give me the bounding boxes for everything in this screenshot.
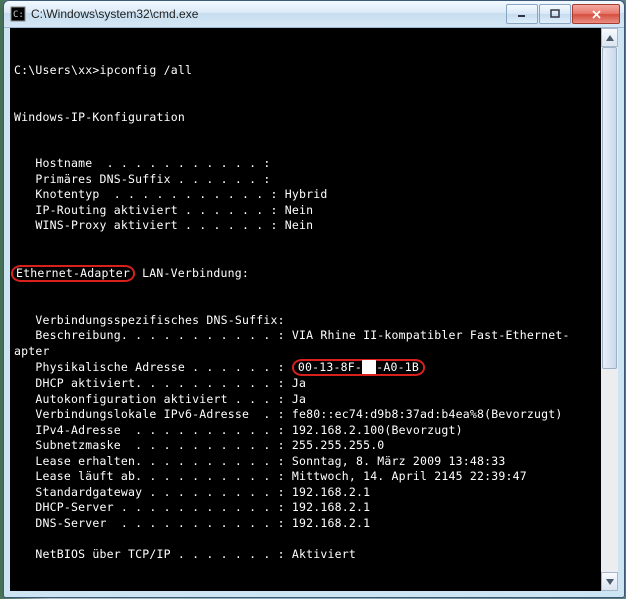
redacted-mac-part: XX bbox=[362, 360, 376, 374]
scroll-thumb[interactable] bbox=[602, 47, 617, 369]
eth-ipv6ll: Verbindungslokale IPv6-Adresse . : fe80:… bbox=[14, 407, 563, 421]
eth-blank-line bbox=[14, 531, 21, 545]
titlebar[interactable]: C: C:\Windows\system32\cmd.exe bbox=[4, 1, 624, 28]
eth-lease-obtained: Lease erhalten. . . . . . . . . . : Sonn… bbox=[14, 454, 506, 468]
vertical-scrollbar bbox=[601, 28, 618, 591]
cmd-icon: C: bbox=[10, 6, 26, 22]
host-iprouting: IP-Routing aktiviert . . . . . . : Nein bbox=[14, 203, 313, 217]
ipconfig-header: Windows-IP-Konfiguration bbox=[14, 110, 185, 124]
highlight-ethernet-adapter: Ethernet-Adapter bbox=[11, 265, 135, 282]
scroll-track[interactable] bbox=[601, 47, 618, 572]
host-nodetype: Knotentyp . . . . . . . . . . . : Hybrid bbox=[14, 187, 327, 201]
eth-description: Beschreibung. . . . . . . . . . . : VIA … bbox=[14, 328, 570, 342]
host-dns-suffix: Primäres DNS-Suffix . . . . . . : bbox=[14, 172, 278, 186]
eth-ipv4: IPv4-Adresse . . . . . . . . . . : 192.1… bbox=[14, 423, 463, 437]
cmd-window: C: C:\Windows\system32\cmd.exe C:\Users\… bbox=[3, 0, 625, 598]
eth-dns-suffix: Verbindungsspezifisches DNS-Suffix: bbox=[14, 313, 292, 327]
close-button[interactable] bbox=[572, 4, 620, 24]
window-title: C:\Windows\system32\cmd.exe bbox=[31, 7, 505, 21]
eth-heading: Ethernet-Adapter LAN-Verbindung: bbox=[14, 266, 249, 280]
eth-autoconf: Autokonfiguration aktiviert . . . : Ja bbox=[14, 392, 306, 406]
eth-dns-server: DNS-Server . . . . . . . . . . . : 192.1… bbox=[14, 516, 370, 530]
prompt-line: C:\Users\xx>ipconfig /all bbox=[14, 63, 192, 77]
eth-netbios: NetBIOS über TCP/IP . . . . . . . : Akti… bbox=[14, 547, 356, 561]
terminal-output[interactable]: C:\Users\xx>ipconfig /all Windows-IP-Kon… bbox=[10, 28, 608, 591]
window-buttons bbox=[505, 4, 620, 24]
scroll-down-button[interactable] bbox=[601, 572, 618, 591]
highlight-mac-address: 00-13-8F-XX-A0-1B bbox=[292, 359, 425, 376]
scroll-up-button[interactable] bbox=[601, 28, 618, 47]
minimize-button[interactable] bbox=[506, 4, 538, 24]
host-winsproxy: WINS-Proxy aktiviert . . . . . . : Nein bbox=[14, 218, 313, 232]
eth-lease-expires: Lease läuft ab. . . . . . . . . . : Mitt… bbox=[14, 469, 527, 483]
svg-text:C:: C: bbox=[13, 10, 24, 20]
eth-physical-address: Physikalische Adresse . . . . . . : 00-1… bbox=[14, 360, 425, 374]
eth-description-wrap: apter bbox=[14, 344, 50, 358]
eth-dhcp: DHCP aktiviert. . . . . . . . . . : Ja bbox=[14, 376, 306, 390]
terminal-client: C:\Users\xx>ipconfig /all Windows-IP-Kon… bbox=[10, 28, 618, 591]
eth-dhcp-server: DHCP-Server . . . . . . . . . . . : 192.… bbox=[14, 500, 370, 514]
eth-gateway: Standardgateway . . . . . . . . . : 192.… bbox=[14, 485, 370, 499]
maximize-button[interactable] bbox=[539, 4, 571, 24]
eth-subnet: Subnetzmaske . . . . . . . . . . : 255.2… bbox=[14, 438, 384, 452]
host-hostname: Hostname . . . . . . . . . . . : bbox=[14, 156, 278, 170]
